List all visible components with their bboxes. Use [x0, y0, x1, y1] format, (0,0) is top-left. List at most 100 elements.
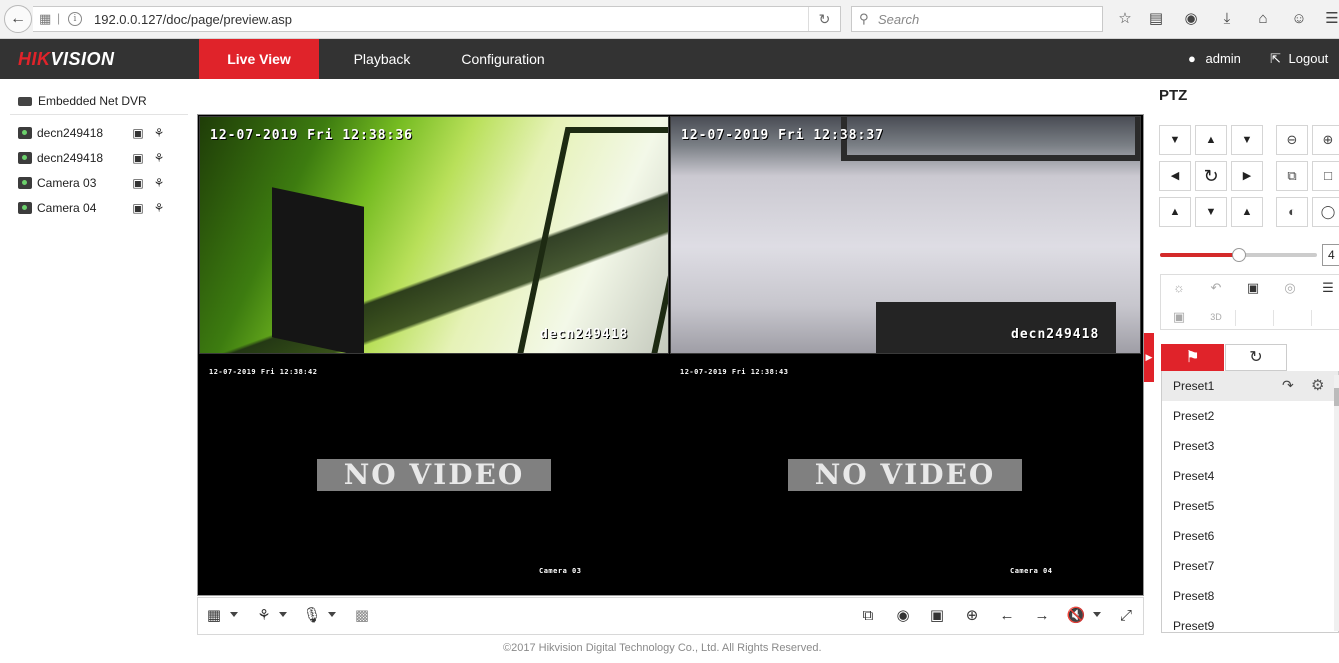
record-icon[interactable]: ▣ [130, 126, 146, 140]
ptz-up-right-button[interactable]: ▼ [1231, 125, 1263, 155]
tree-root-dvr[interactable]: Embedded Net DVR [18, 94, 147, 108]
more-menu-icon[interactable]: ☰ [1316, 278, 1339, 298]
tab-live-view[interactable]: Live View [199, 39, 319, 79]
preset-row[interactable]: Preset9 [1162, 611, 1338, 632]
user-menu[interactable]: ● admin [1188, 39, 1241, 79]
ptz-auto-button[interactable]: ↻ [1195, 161, 1227, 191]
reading-list-icon[interactable]: ▤ [1146, 9, 1166, 29]
tab-preset[interactable]: ⚑ [1161, 344, 1224, 371]
iris-open-icon[interactable]: ◐ [1276, 197, 1308, 227]
preset-row[interactable]: Preset7 [1162, 551, 1338, 581]
download-icon[interactable]: ⤓ [1217, 9, 1237, 29]
preset-row[interactable]: Preset4 [1162, 461, 1338, 491]
preset-scrollbar[interactable] [1334, 375, 1339, 631]
tab-patrol[interactable]: ↻ [1225, 344, 1287, 371]
grid-icon[interactable]: ▦ [39, 11, 51, 27]
preset-row[interactable]: Preset1 ↷ ⚙ [1162, 371, 1338, 401]
audio-muted-icon[interactable]: 🔇 [1066, 606, 1086, 626]
logout-label: Logout [1288, 51, 1329, 66]
record-icon[interactable]: ▣ [130, 201, 146, 215]
zoom-in-icon[interactable]: ⊕ [962, 606, 982, 626]
osd-channel-name: decn249418 [1011, 327, 1100, 342]
next-page-icon[interactable]: → [1032, 606, 1052, 626]
camera-icon [18, 152, 32, 164]
tree-camera-2[interactable]: decn249418 ▣ ⚘ [18, 150, 170, 168]
stop-all-icon[interactable]: ⧉ [858, 606, 878, 626]
video-pane-2[interactable]: 12-07-2019 Fri 12:38:37 decn249418 [670, 116, 1141, 354]
username: admin [1205, 51, 1241, 66]
preset-row[interactable]: Preset2 [1162, 401, 1338, 431]
light-icon[interactable]: ☼ [1167, 278, 1191, 298]
tab-configuration[interactable]: Configuration [448, 39, 558, 79]
tab-playback[interactable]: Playback [338, 39, 426, 79]
stream-settings-icon[interactable]: ⚘ [151, 201, 167, 215]
iris-close-icon[interactable]: ◯ [1312, 197, 1339, 227]
fullscreen-icon[interactable]: ⤢ [1116, 606, 1136, 626]
record-clip-icon[interactable]: ▣ [927, 606, 947, 626]
preset-row[interactable]: Preset8 [1162, 581, 1338, 611]
address-bar[interactable]: ▦ | i 192.0.0.127/doc/page/preview.asp ↻ [33, 6, 841, 32]
preset-row[interactable]: Preset6 [1162, 521, 1338, 551]
tree-camera-3[interactable]: Camera 03 ▣ ⚘ [18, 175, 170, 193]
focus-near-icon[interactable]: ⧉ [1276, 161, 1308, 191]
video-pane-4[interactable]: 12-07-2019 Fri 12:38:43 NO VIDEO Camera … [670, 355, 1141, 595]
pocket-icon[interactable]: ◉ [1181, 9, 1201, 29]
auxiliary-focus-icon[interactable]: ▣ [1241, 278, 1265, 298]
stream-type-icon[interactable]: ⚘ [254, 606, 274, 626]
capture-icon[interactable]: ◉ [893, 606, 913, 626]
ptz-down-button[interactable]: ▼ [1195, 197, 1227, 227]
chat-icon[interactable]: ☺ [1289, 9, 1309, 29]
search-input[interactable]: ⚲ Search [851, 6, 1103, 32]
window-frame [841, 117, 1140, 161]
stream-settings-icon[interactable]: ⚘ [151, 126, 167, 140]
chevron-down-icon[interactable] [230, 612, 238, 617]
3d-positioning-icon[interactable]: 3D [1204, 307, 1228, 327]
stream-settings-icon[interactable]: ⚘ [151, 151, 167, 165]
dvr-icon [18, 97, 32, 107]
chevron-down-icon[interactable] [328, 612, 336, 617]
home-icon[interactable]: ⌂ [1253, 9, 1273, 29]
manual-track-icon[interactable]: ▣ [1167, 307, 1191, 327]
ptz-down-left-button[interactable]: ▲ [1159, 197, 1191, 227]
tree-camera-1[interactable]: decn249418 ▣ ⚘ [18, 125, 170, 143]
menu-icon[interactable]: ☰ [1322, 9, 1339, 29]
logout-button[interactable]: ⇱ Logout [1270, 39, 1328, 79]
url-text[interactable]: 192.0.0.127/doc/page/preview.asp [94, 12, 292, 27]
video-pane-1[interactable]: 12-07-2019 Fri 12:38:36 decn249418 [199, 116, 669, 354]
record-icon[interactable]: ▣ [130, 151, 146, 165]
call-preset-icon[interactable]: ↷ [1282, 377, 1294, 394]
ptz-down-right-button[interactable]: ▲ [1231, 197, 1263, 227]
star-icon[interactable]: ☆ [1115, 9, 1135, 29]
focus-far-icon[interactable]: □ [1312, 161, 1339, 191]
ptz-up-button[interactable]: ▲ [1195, 125, 1227, 155]
ptz-left-button[interactable]: ◀ [1159, 161, 1191, 191]
preset-scrollbar-thumb[interactable] [1334, 388, 1339, 406]
microphone-icon[interactable]: 🎙 [302, 606, 322, 626]
lens-init-icon[interactable]: ◎ [1278, 278, 1302, 298]
osd-timestamp: 12-07-2019 Fri 12:38:36 [210, 128, 414, 143]
speed-slider-handle[interactable] [1231, 248, 1246, 262]
record-icon[interactable]: ▣ [130, 176, 146, 190]
wiper-icon[interactable]: ↶ [1204, 278, 1228, 298]
info-icon[interactable]: i [68, 12, 82, 26]
video-grid[interactable]: 12-07-2019 Fri 12:38:36 decn249418 12-07… [197, 114, 1144, 596]
zoom-in-icon[interactable]: ⊕ [1312, 125, 1339, 155]
chevron-down-icon[interactable] [1093, 612, 1101, 617]
preset-row[interactable]: Preset3 [1162, 431, 1338, 461]
preset-label: Preset2 [1173, 409, 1215, 423]
preset-row[interactable]: Preset5 [1162, 491, 1338, 521]
zoom-out-icon[interactable]: ⊖ [1276, 125, 1308, 155]
window-layout-icon[interactable]: ▦ [204, 606, 224, 626]
plugin-icon[interactable]: ▩ [352, 606, 372, 626]
gear-icon[interactable]: ⚙ [1311, 376, 1324, 394]
back-button[interactable]: ← [4, 5, 32, 33]
tree-camera-4[interactable]: Camera 04 ▣ ⚘ [18, 200, 170, 218]
reload-icon[interactable]: ↻ [808, 7, 840, 31]
chevron-down-icon[interactable] [279, 612, 287, 617]
ptz-right-button[interactable]: ▶ [1231, 161, 1263, 191]
stream-settings-icon[interactable]: ⚘ [151, 176, 167, 190]
ptz-up-left-button[interactable]: ▼ [1159, 125, 1191, 155]
video-pane-3[interactable]: 12-07-2019 Fri 12:38:42 NO VIDEO Camera … [199, 355, 669, 595]
previous-page-icon[interactable]: ← [997, 606, 1017, 626]
collapse-panel-handle[interactable]: ▶ [1144, 333, 1154, 382]
